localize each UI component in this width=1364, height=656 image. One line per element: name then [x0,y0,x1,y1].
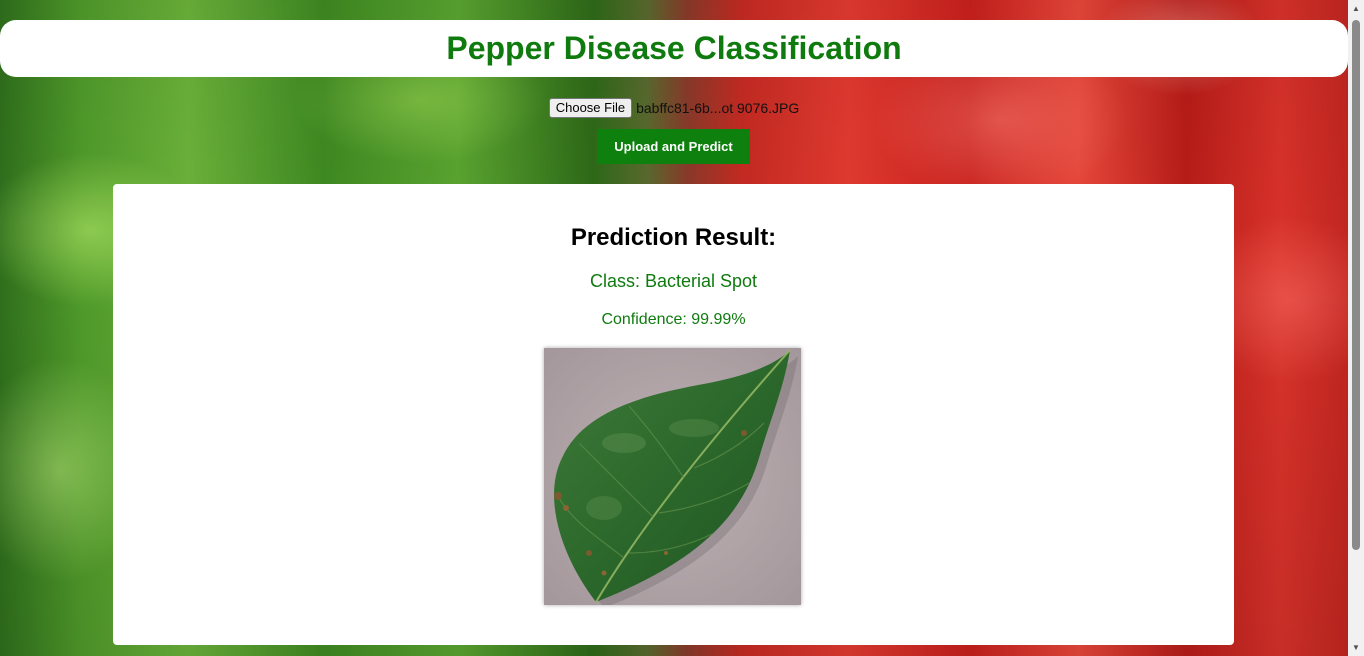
selected-file-name: babffc81-6b...ot 9076.JPG [636,100,800,116]
result-card: Prediction Result: Class: Bacterial Spot… [113,184,1234,645]
page-header: Pepper Disease Classification [0,20,1348,77]
upload-and-predict-button[interactable]: Upload and Predict [597,129,750,164]
scroll-down-arrow-icon[interactable]: ▼ [1348,639,1364,656]
predicted-class: Class: Bacterial Spot [589,271,758,291]
scroll-up-arrow-icon[interactable]: ▲ [1348,0,1364,17]
result-title: Prediction Result: [570,224,777,251]
leaf-image-graphic [544,348,801,605]
uploaded-leaf-image [544,348,801,605]
vertical-scrollbar[interactable]: ▲ ▼ [1348,0,1364,656]
scrollbar-thumb[interactable] [1352,20,1360,550]
choose-file-button[interactable]: Choose File [548,98,633,118]
page-title: Pepper Disease Classification [446,30,902,66]
file-input[interactable]: Choose File babffc81-6b...ot 9076.JPG [548,98,800,118]
prediction-confidence: Confidence: 99.99% [601,311,746,328]
upload-form: Choose File babffc81-6b...ot 9076.JPG [0,98,1348,118]
